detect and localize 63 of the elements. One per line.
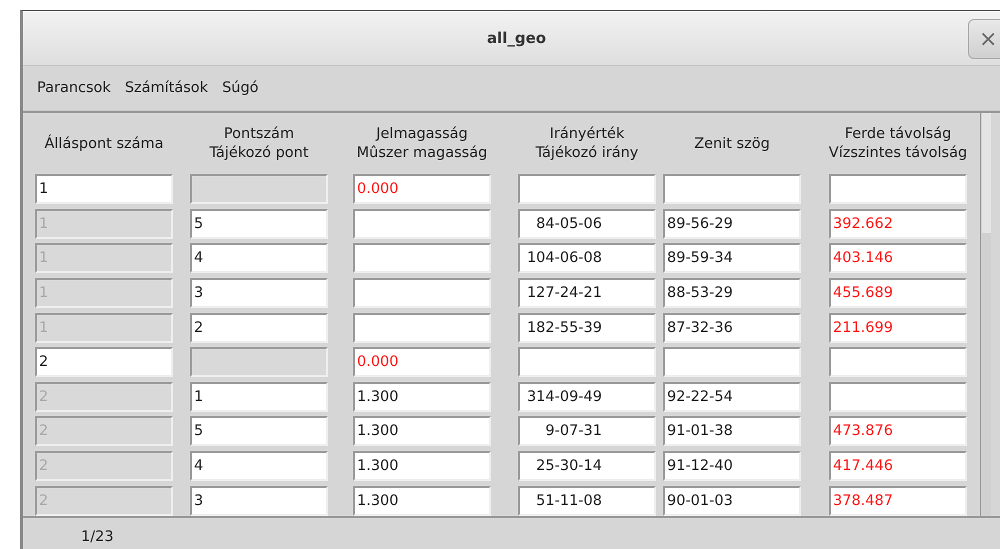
input-field[interactable] [663, 174, 801, 204]
menu-item[interactable]: Súgó [216, 80, 265, 96]
input-field[interactable] [829, 174, 967, 204]
column-header: Jelmagasság Mûszer magasság [356, 125, 488, 163]
input-field[interactable]: 91-12-40 [663, 451, 801, 482]
column-header: Irányérték Tájékozó irány [536, 125, 638, 163]
input-field[interactable]: 88-53-29 [663, 278, 801, 308]
input-field[interactable] [353, 208, 491, 239]
input-field[interactable] [353, 312, 491, 343]
input-field[interactable]: 314-09-49 [518, 382, 656, 412]
input-field[interactable]: 473.876 [829, 416, 967, 446]
input-field[interactable]: 4 [190, 451, 328, 482]
input-field[interactable]: 2 [190, 312, 328, 343]
input-field[interactable]: 87-32-36 [663, 312, 801, 343]
input-field[interactable]: 1 [190, 382, 328, 412]
input-field[interactable]: 378.487 [829, 486, 967, 516]
window-title: all_geo [486, 29, 546, 47]
input-field[interactable]: 0.000 [353, 347, 491, 378]
input-field[interactable]: 5 [190, 416, 328, 446]
input-field[interactable]: 3 [190, 278, 328, 308]
input-field[interactable]: 403.146 [829, 243, 967, 274]
input-field[interactable]: 392.662 [829, 208, 967, 239]
input-field[interactable]: 104-06-08 [518, 243, 656, 274]
input-field[interactable]: 25-30-14 [518, 451, 656, 482]
input-field[interactable]: 1.300 [353, 416, 491, 446]
input-field[interactable]: 1.300 [353, 451, 491, 482]
column-header: Álláspont száma [44, 134, 164, 154]
input-field[interactable]: 9-07-31 [518, 416, 656, 446]
input-field[interactable]: 3 [190, 486, 328, 516]
input-field[interactable]: 1 [35, 174, 173, 204]
input-field[interactable] [829, 347, 967, 378]
input-field[interactable]: 455.689 [829, 278, 967, 308]
input-field[interactable]: 1.300 [353, 382, 491, 412]
input-field[interactable]: 0.000 [353, 174, 491, 204]
input-field[interactable]: 5 [190, 208, 328, 239]
input-field[interactable]: 1.300 [353, 486, 491, 516]
close-button[interactable]: × [968, 19, 1000, 59]
input-field[interactable]: 417.446 [829, 451, 967, 482]
input-field[interactable]: 127-24-21 [518, 278, 656, 308]
input-field[interactable]: 4 [190, 243, 328, 274]
scrollbar[interactable] [980, 113, 991, 516]
input-field[interactable]: 89-59-34 [663, 243, 801, 274]
menu-item[interactable]: Számítások [118, 80, 214, 96]
column-header: Zenit szög [694, 134, 770, 154]
column-header: Ferde távolság Vízszintes távolság [828, 125, 968, 163]
column-header: Pontszám Tájékozó pont [209, 125, 309, 163]
input-field[interactable]: 90-01-03 [663, 486, 801, 516]
input-field[interactable]: 2 [35, 347, 173, 378]
input-field[interactable] [518, 174, 656, 204]
input-field[interactable] [518, 347, 656, 378]
input-field[interactable]: 92-22-54 [663, 382, 801, 412]
input-field[interactable]: 211.699 [829, 312, 967, 343]
input-field[interactable]: 84-05-06 [518, 208, 656, 239]
record-counter: 1/23 [81, 528, 114, 544]
input-field[interactable] [353, 278, 491, 308]
input-field[interactable] [353, 243, 491, 274]
input-field[interactable] [829, 382, 967, 412]
input-field[interactable]: 51-11-08 [518, 486, 656, 516]
menu-item[interactable]: Parancsok [31, 80, 117, 96]
input-field[interactable] [663, 347, 801, 378]
input-field[interactable]: 89-56-29 [663, 208, 801, 239]
input-field[interactable]: 182-55-39 [518, 312, 656, 343]
input-field[interactable]: 91-01-38 [663, 416, 801, 446]
